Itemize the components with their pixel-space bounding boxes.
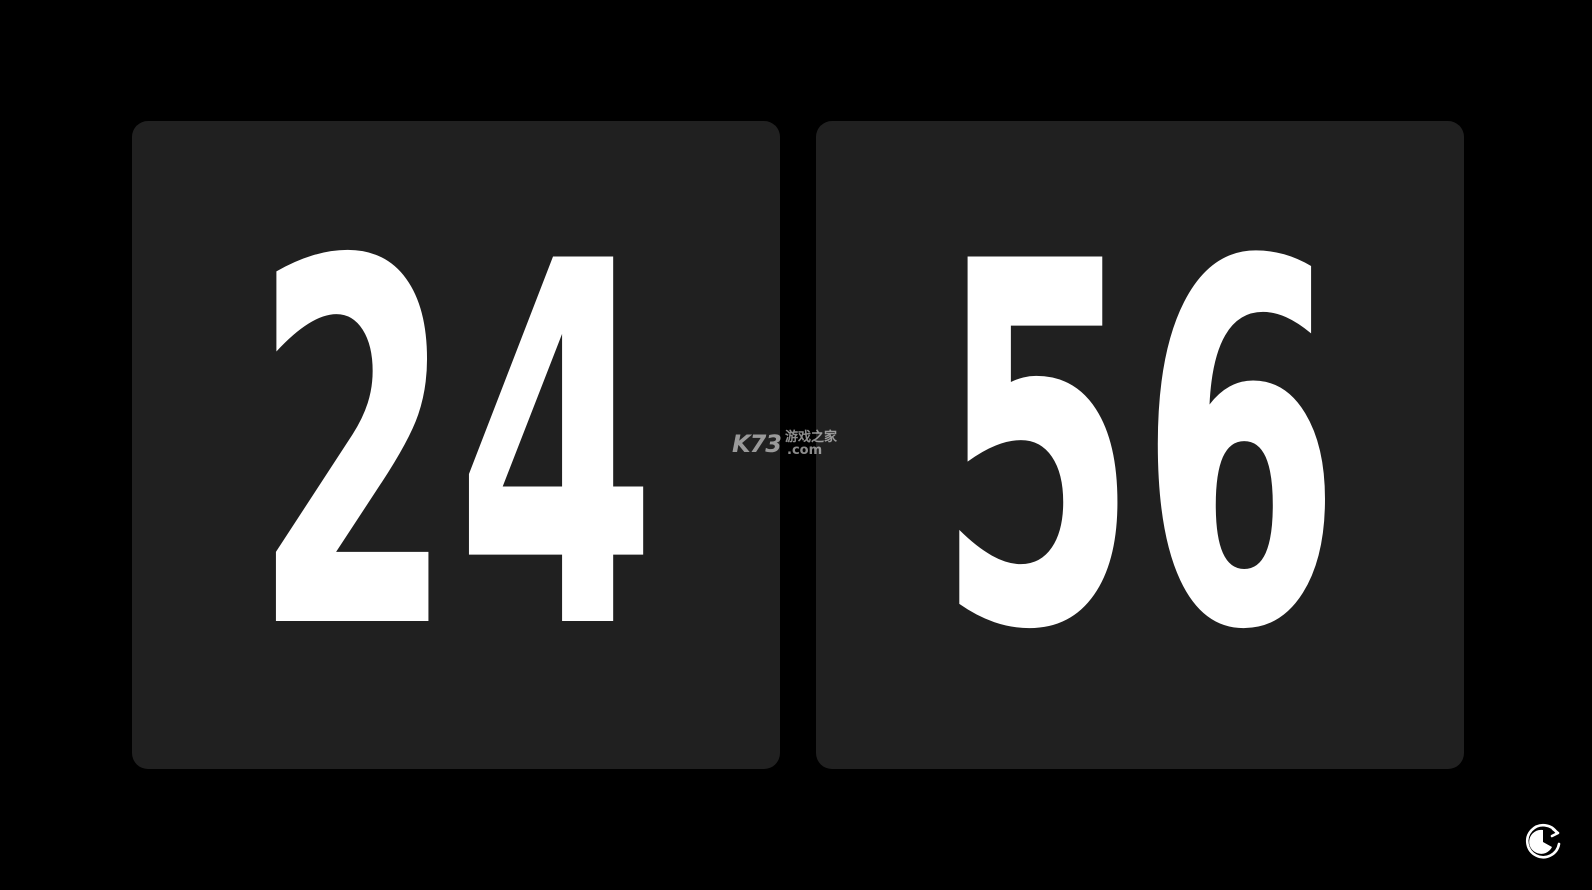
- watermark-text: 游戏之家 .com: [785, 431, 837, 457]
- watermark-logo: K73: [732, 430, 782, 458]
- site-watermark: K73 游戏之家 .com: [732, 430, 837, 458]
- hours-card: 24: [132, 121, 780, 769]
- timer-mode-button[interactable]: [1522, 820, 1564, 862]
- watermark-domain: .com: [787, 443, 823, 458]
- minutes-digits: 56: [937, 157, 1343, 739]
- timer-mode-icon: [1525, 823, 1561, 859]
- hours-digits: 24: [253, 157, 659, 739]
- flip-clock-screen: 24 56 K73 游戏之家 .com: [0, 0, 1592, 890]
- minutes-card: 56: [816, 121, 1464, 769]
